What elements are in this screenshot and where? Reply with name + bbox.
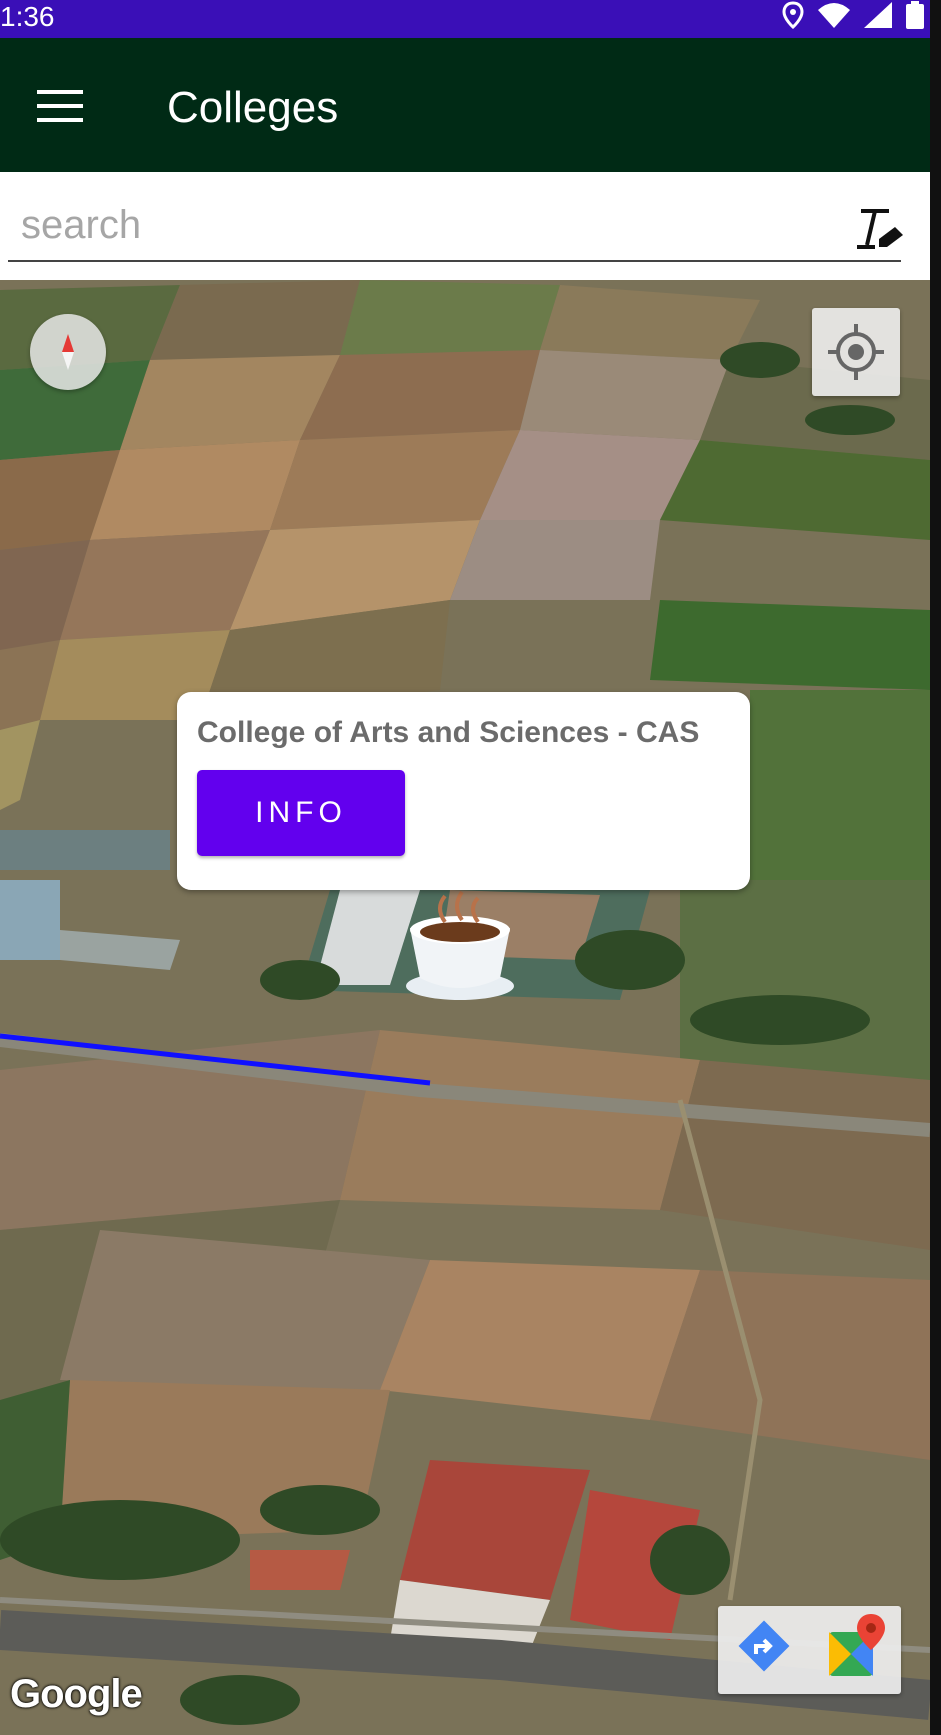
status-icons bbox=[782, 0, 924, 30]
compass-icon bbox=[62, 334, 74, 370]
clear-format-icon[interactable] bbox=[855, 205, 905, 255]
directions-button[interactable] bbox=[718, 1606, 809, 1694]
info-button[interactable]: INFO bbox=[197, 770, 405, 856]
hamburger-menu-icon bbox=[37, 90, 83, 122]
map-toolbar bbox=[718, 1606, 901, 1694]
my-location-icon bbox=[828, 324, 884, 380]
open-in-maps-button[interactable] bbox=[809, 1606, 900, 1694]
marker-info-window: College of Arts and Sciences - CAS INFO bbox=[177, 692, 750, 890]
coffee-cup-icon[interactable] bbox=[400, 888, 520, 1008]
google-attribution: Google bbox=[10, 1672, 143, 1716]
battery-icon bbox=[906, 1, 924, 29]
status-bar: 1:36 bbox=[0, 0, 930, 38]
directions-icon bbox=[738, 1620, 790, 1672]
page-title: Colleges bbox=[167, 83, 339, 132]
status-time: 1:36 bbox=[0, 1, 55, 32]
device-edge bbox=[930, 0, 941, 1735]
app-bar: Colleges bbox=[0, 38, 930, 172]
location-icon bbox=[782, 1, 804, 29]
search-input[interactable] bbox=[8, 190, 901, 262]
wifi-icon bbox=[818, 3, 850, 28]
my-location-button[interactable] bbox=[812, 308, 900, 396]
search-bar bbox=[0, 172, 930, 280]
app-screen: College of Arts and Sciences - CAS INFO bbox=[0, 0, 930, 1735]
google-maps-icon bbox=[829, 1614, 885, 1676]
info-window-title: College of Arts and Sciences - CAS bbox=[197, 716, 700, 749]
menu-button[interactable] bbox=[28, 74, 92, 138]
signal-icon bbox=[864, 2, 892, 28]
compass-button[interactable] bbox=[30, 314, 106, 390]
